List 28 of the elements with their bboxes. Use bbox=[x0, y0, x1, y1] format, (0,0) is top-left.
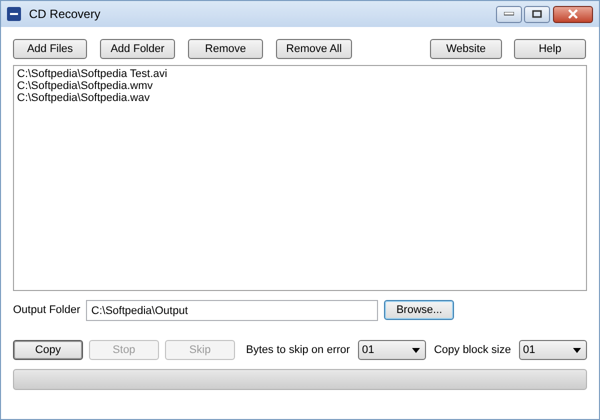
output-folder-label: Output Folder bbox=[13, 303, 80, 318]
maximize-button[interactable] bbox=[524, 6, 550, 22]
minimize-icon bbox=[504, 12, 514, 16]
output-folder-field[interactable]: C:\Softpedia\Output bbox=[86, 300, 378, 321]
close-button[interactable] bbox=[553, 6, 593, 22]
maximize-icon bbox=[532, 10, 542, 18]
caret-icon bbox=[573, 348, 581, 352]
file-list-item[interactable]: C:\Softpedia\Softpedia.wav bbox=[17, 92, 583, 104]
toolbar-button[interactable]: Add Files bbox=[13, 39, 87, 59]
window-title: CD Recovery bbox=[29, 6, 100, 23]
file-list[interactable]: C:\Softpedia\Softpedia Test.avi C:\Softpedia\Softpedia.wmv C:\Softpedia\Softpedia.wav bbox=[13, 65, 587, 291]
caret-icon bbox=[412, 348, 420, 352]
close-icon bbox=[567, 9, 579, 19]
minimize-button[interactable] bbox=[496, 6, 522, 22]
dropdown[interactable]: 01 bbox=[519, 340, 587, 360]
toolbar-button[interactable]: Remove bbox=[188, 39, 263, 59]
toolbar-button[interactable]: Remove All bbox=[276, 39, 352, 59]
dropdown[interactable]: 01 bbox=[358, 340, 426, 360]
option-label: Bytes to skip on error bbox=[246, 342, 350, 358]
toolbar-button[interactable]: Website bbox=[430, 39, 502, 59]
action-button[interactable]: Copy bbox=[13, 340, 83, 360]
file-list-item[interactable]: C:\Softpedia\Softpedia Test.avi bbox=[17, 68, 583, 80]
option-label: Copy block size bbox=[434, 342, 511, 358]
toolbar-button[interactable]: Help bbox=[514, 39, 586, 59]
file-list-item[interactable]: C:\Softpedia\Softpedia.wmv bbox=[17, 80, 583, 92]
browse-button[interactable]: Browse... bbox=[384, 300, 454, 320]
toolbar-button[interactable]: Add Folder bbox=[100, 39, 175, 59]
app-icon bbox=[7, 7, 21, 21]
